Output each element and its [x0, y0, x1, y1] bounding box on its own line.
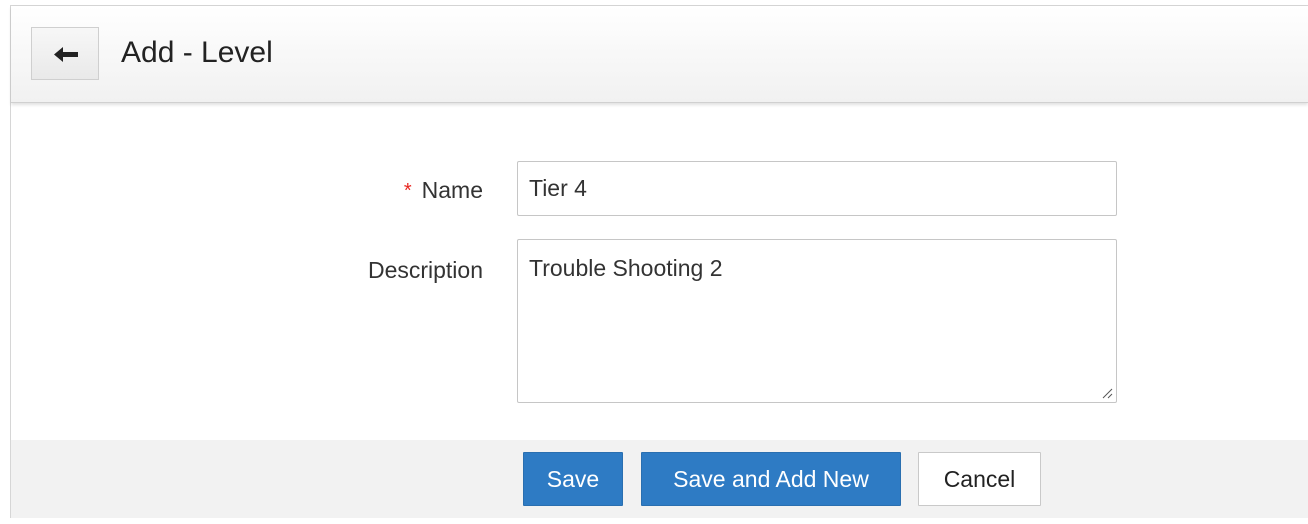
- save-and-add-new-button[interactable]: Save and Add New: [641, 452, 901, 506]
- resize-handle-icon[interactable]: [1101, 387, 1113, 399]
- name-label-text: Name: [421, 177, 483, 203]
- description-label: Description: [367, 257, 483, 283]
- required-indicator: *: [403, 180, 412, 202]
- cancel-button[interactable]: Cancel: [918, 452, 1041, 506]
- arrow-left-icon: [54, 47, 78, 62]
- description-textarea[interactable]: Trouble Shooting 2: [517, 239, 1117, 403]
- page-title: Add - Level: [121, 36, 273, 69]
- save-button[interactable]: Save: [523, 452, 623, 506]
- name-input[interactable]: [517, 161, 1117, 216]
- form-panel: Add - Level * Name Description Trouble Sh…: [10, 5, 1308, 518]
- name-label: * Name: [381, 176, 483, 206]
- page-header: Add - Level: [11, 6, 1308, 103]
- back-button[interactable]: [31, 27, 99, 80]
